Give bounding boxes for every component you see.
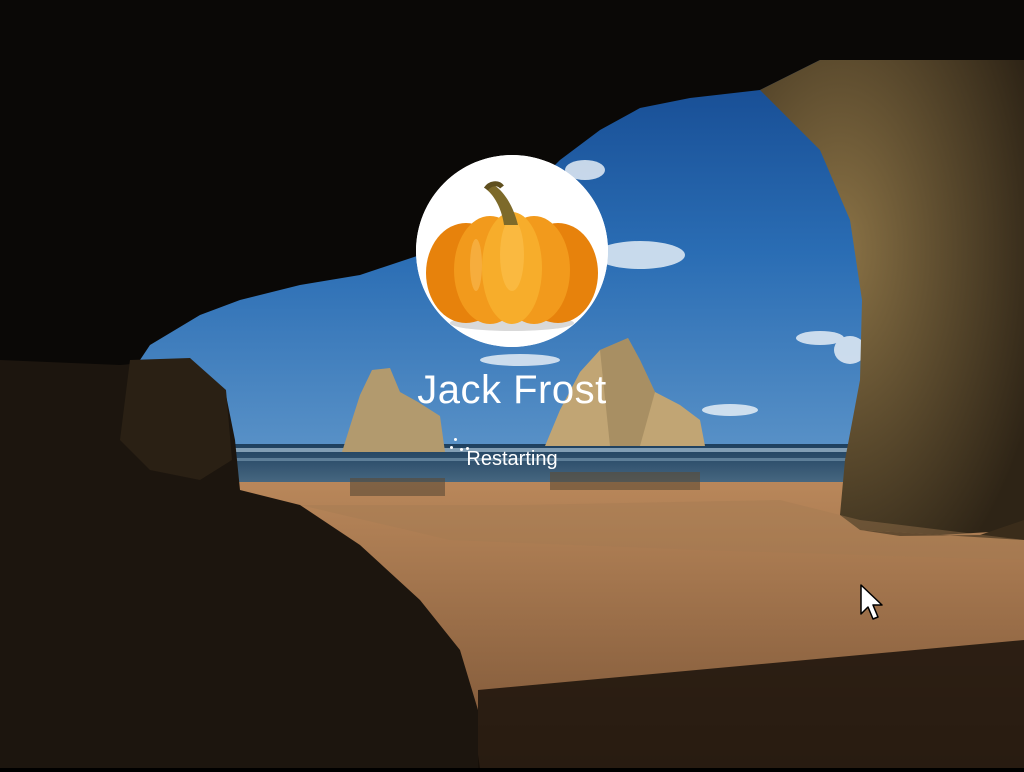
status-text: Restarting <box>466 448 558 470</box>
pumpkin-icon <box>416 155 608 347</box>
user-avatar <box>416 155 608 347</box>
user-name: Jack Frost <box>417 368 607 412</box>
lockscreen-overlay: Jack Frost Restarting <box>0 0 1024 768</box>
mouse-pointer-icon <box>860 584 884 622</box>
